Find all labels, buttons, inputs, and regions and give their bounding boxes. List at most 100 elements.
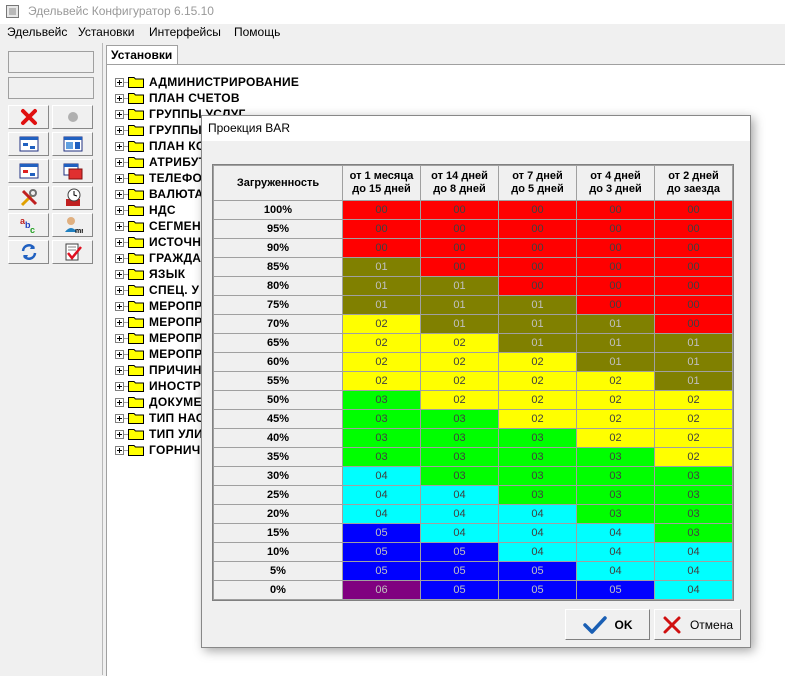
clock-button[interactable]	[52, 186, 93, 210]
spelling-button[interactable]: abc	[8, 213, 49, 237]
bar-cell[interactable]: 03	[421, 410, 498, 428]
grid-edit-button[interactable]	[8, 159, 49, 183]
tree-item[interactable]: ГРАЖДА	[115, 250, 201, 266]
bar-cell[interactable]: 03	[655, 505, 732, 523]
bar-cell[interactable]: 05	[421, 562, 498, 580]
bar-cell[interactable]: 03	[655, 524, 732, 542]
bar-cell[interactable]: 00	[577, 258, 654, 276]
user-button[interactable]: mr.	[52, 213, 93, 237]
bar-cell[interactable]: 00	[655, 315, 732, 333]
bar-cell[interactable]: 00	[499, 258, 576, 276]
bar-cell[interactable]: 00	[655, 220, 732, 238]
expand-icon[interactable]	[115, 93, 124, 103]
bar-cell[interactable]: 04	[577, 543, 654, 561]
tree-item[interactable]: ТИП НАС	[115, 410, 205, 426]
cancel-button[interactable]: Отмена	[654, 609, 741, 640]
bar-cell[interactable]: 04	[421, 505, 498, 523]
tree-item[interactable]: ПРИЧИН	[115, 362, 202, 378]
bar-cell[interactable]: 05	[499, 562, 576, 580]
bar-cell[interactable]: 01	[577, 315, 654, 333]
bar-cell[interactable]: 00	[421, 239, 498, 257]
bar-cell[interactable]: 01	[655, 372, 732, 390]
tree-item[interactable]: ПЛАН СЧЕТОВ	[115, 90, 240, 106]
bar-cell[interactable]: 02	[343, 315, 420, 333]
tree-item[interactable]: СЕГМЕНТ	[115, 218, 209, 234]
grid-copy-button[interactable]	[52, 159, 93, 183]
bar-cell[interactable]: 01	[499, 334, 576, 352]
bar-cell[interactable]: 03	[577, 505, 654, 523]
refresh-button[interactable]	[8, 240, 49, 264]
tree-item[interactable]: МЕРОПР	[115, 314, 203, 330]
bar-cell[interactable]: 03	[343, 448, 420, 466]
menu-interfaces[interactable]: Интерфейсы	[148, 25, 222, 39]
bar-cell[interactable]: 02	[421, 353, 498, 371]
tree-item[interactable]: МЕРОПР	[115, 298, 203, 314]
bar-cell[interactable]: 01	[655, 334, 732, 352]
expand-icon[interactable]	[115, 269, 124, 279]
bar-cell[interactable]: 04	[499, 543, 576, 561]
expand-icon[interactable]	[115, 237, 124, 247]
bar-cell[interactable]: 00	[577, 220, 654, 238]
bar-cell[interactable]: 02	[577, 372, 654, 390]
tree-item[interactable]: МЕРОПР	[115, 330, 203, 346]
bar-cell[interactable]: 00	[499, 220, 576, 238]
bar-cell[interactable]: 04	[343, 467, 420, 485]
tree-item[interactable]: ГРУППЫ	[115, 122, 202, 138]
bar-cell[interactable]: 02	[343, 353, 420, 371]
bar-cell[interactable]: 03	[577, 448, 654, 466]
expand-icon[interactable]	[115, 349, 124, 359]
bar-cell[interactable]: 02	[655, 410, 732, 428]
expand-icon[interactable]	[115, 413, 124, 423]
expand-icon[interactable]	[115, 317, 124, 327]
bar-cell[interactable]: 05	[343, 562, 420, 580]
expand-icon[interactable]	[115, 205, 124, 215]
bar-cell[interactable]: 00	[577, 201, 654, 219]
grid-layout-button[interactable]	[52, 132, 93, 156]
expand-icon[interactable]	[115, 381, 124, 391]
bar-cell[interactable]: 02	[343, 334, 420, 352]
bar-cell[interactable]: 00	[655, 296, 732, 314]
tree-item[interactable]: СПЕЦ. У	[115, 282, 199, 298]
bar-cell[interactable]: 03	[421, 448, 498, 466]
bar-cell[interactable]: 03	[499, 429, 576, 447]
bar-cell[interactable]: 00	[421, 201, 498, 219]
bar-cell[interactable]: 04	[577, 562, 654, 580]
record-button[interactable]	[52, 105, 93, 129]
bar-cell[interactable]: 00	[499, 277, 576, 295]
expand-icon[interactable]	[115, 429, 124, 439]
bar-cell[interactable]: 01	[343, 258, 420, 276]
expand-icon[interactable]	[115, 253, 124, 263]
bar-cell[interactable]: 00	[655, 201, 732, 219]
expand-icon[interactable]	[115, 365, 124, 375]
bar-cell[interactable]: 05	[421, 543, 498, 561]
bar-cell[interactable]: 00	[499, 201, 576, 219]
bar-cell[interactable]: 01	[655, 353, 732, 371]
left-panel-field-top[interactable]	[8, 51, 94, 73]
bar-cell[interactable]: 02	[577, 410, 654, 428]
expand-icon[interactable]	[115, 445, 124, 455]
expand-icon[interactable]	[115, 397, 124, 407]
bar-cell[interactable]: 04	[499, 524, 576, 542]
tree-item[interactable]: ИСТОЧН	[115, 234, 201, 250]
bar-cell[interactable]: 02	[499, 353, 576, 371]
bar-cell[interactable]: 02	[421, 391, 498, 409]
expand-icon[interactable]	[115, 173, 124, 183]
tree-item[interactable]: ЯЗЫК	[115, 266, 185, 282]
bar-cell[interactable]: 05	[343, 524, 420, 542]
bar-cell[interactable]: 02	[499, 410, 576, 428]
bar-cell[interactable]: 02	[577, 429, 654, 447]
bar-cell[interactable]: 05	[499, 581, 576, 599]
bar-cell[interactable]: 03	[343, 429, 420, 447]
bar-cell[interactable]: 02	[655, 448, 732, 466]
expand-icon[interactable]	[115, 301, 124, 311]
menu-edelweiss[interactable]: Эдельвейс	[6, 25, 68, 39]
bar-cell[interactable]: 00	[343, 239, 420, 257]
tree-item[interactable]: АДМИНИСТРИРОВАНИЕ	[115, 74, 299, 90]
bar-cell[interactable]: 04	[421, 486, 498, 504]
tree-item[interactable]: ТЕЛЕФО	[115, 170, 202, 186]
menu-settings[interactable]: Установки	[77, 25, 135, 39]
bar-cell[interactable]: 05	[343, 543, 420, 561]
tab-settings[interactable]: Установки	[106, 45, 178, 64]
bar-cell[interactable]: 00	[499, 239, 576, 257]
expand-icon[interactable]	[115, 189, 124, 199]
